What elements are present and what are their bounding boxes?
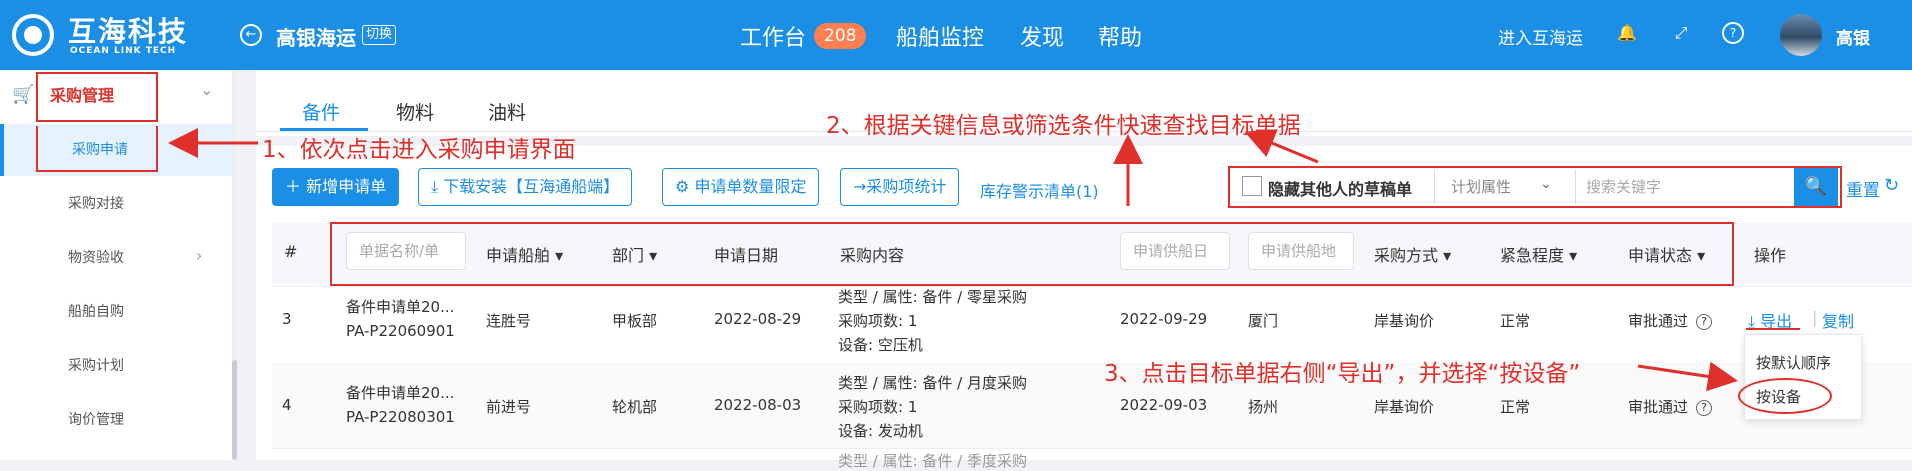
annotation-arrows: [168, 128, 1738, 392]
arrow-step2-search: [1244, 129, 1319, 164]
arrow-step3: [1637, 361, 1738, 392]
